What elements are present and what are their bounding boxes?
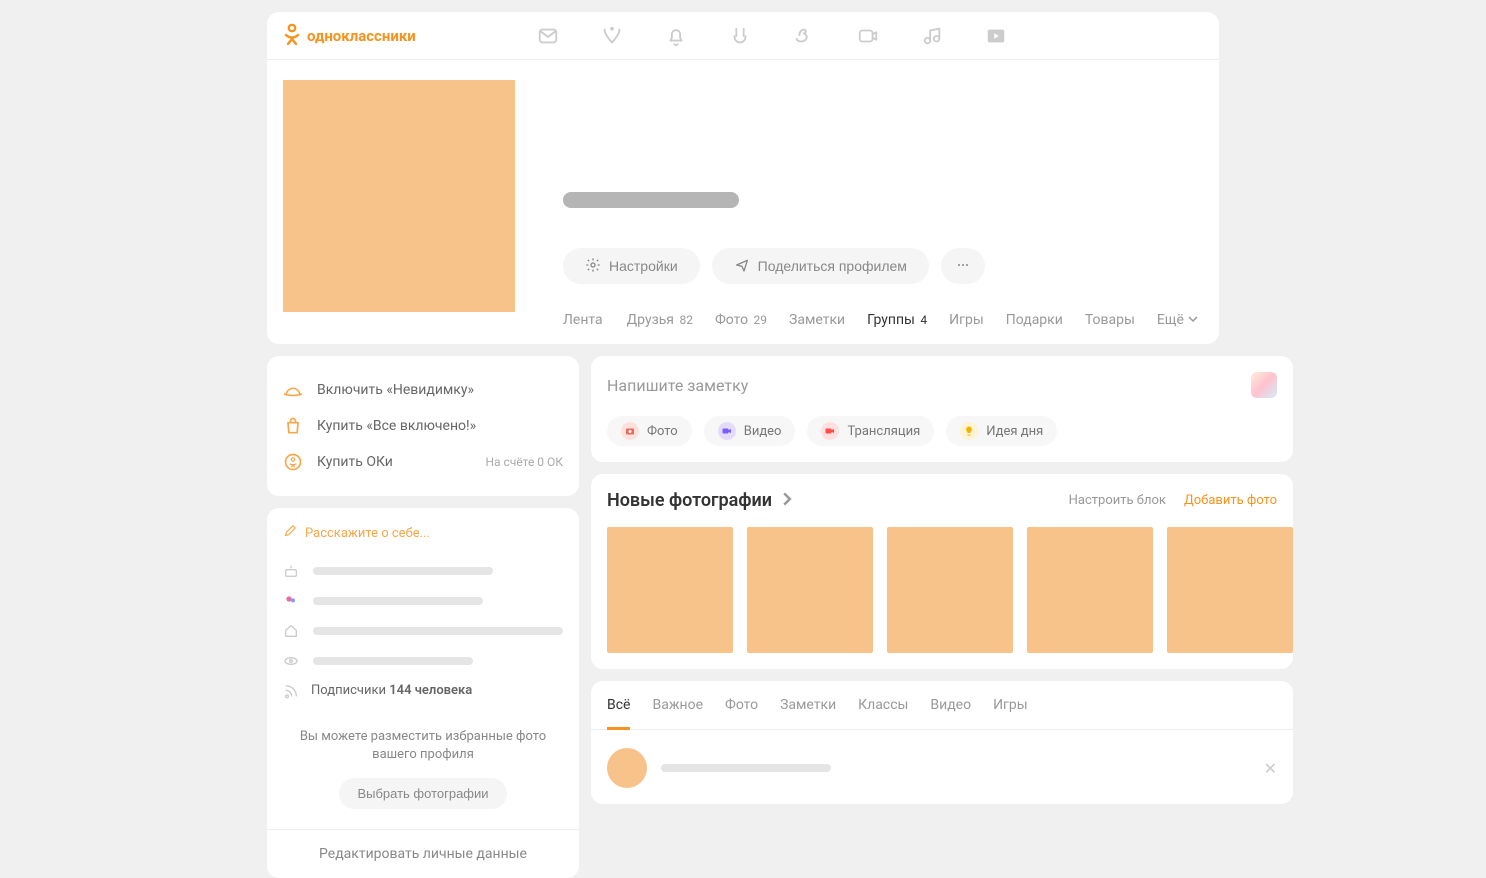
share-icon xyxy=(734,257,750,276)
notifications-icon[interactable] xyxy=(664,24,688,48)
about-line-relationship xyxy=(283,586,563,616)
ok-logo-icon xyxy=(283,23,301,49)
settings-button[interactable]: Настройки xyxy=(563,248,700,284)
brand-logo[interactable]: одноклассники xyxy=(283,23,416,49)
about-card: Расскажите о себе... xyxy=(267,508,579,878)
tab-friends[interactable]: Друзья 82 xyxy=(627,312,693,328)
photos-card: Новые фотографии Настроить блок Добавить… xyxy=(591,474,1293,669)
dots-icon xyxy=(955,257,971,276)
photo-thumb[interactable] xyxy=(747,527,873,653)
tab-notes[interactable]: Заметки xyxy=(789,312,845,328)
feed-tab-classes[interactable]: Классы xyxy=(858,697,908,729)
feed-tab-important[interactable]: Важное xyxy=(652,697,703,729)
feed-tab-video[interactable]: Видео xyxy=(930,697,971,729)
composer-sticker-icon[interactable] xyxy=(1251,372,1277,398)
pencil-icon xyxy=(283,524,297,542)
rss-icon xyxy=(283,683,299,703)
feed-tab-photo[interactable]: Фото xyxy=(725,697,758,729)
profile-header-card: Настройки Поделиться профилем xyxy=(267,60,1219,344)
feed-tab-notes[interactable]: Заметки xyxy=(780,697,836,729)
photo-thumb[interactable] xyxy=(607,527,733,653)
hat-icon xyxy=(283,380,303,400)
guests-icon[interactable] xyxy=(728,24,752,48)
home-icon xyxy=(283,623,301,639)
photo-thumb[interactable] xyxy=(1167,527,1293,653)
profile-avatar[interactable] xyxy=(283,80,515,312)
tab-photos[interactable]: Фото 29 xyxy=(715,312,767,328)
gear-icon xyxy=(585,257,601,276)
composer-input[interactable]: Напишите заметку xyxy=(607,376,748,395)
choose-photos-button[interactable]: Выбрать фотографии xyxy=(339,778,506,809)
tab-feed[interactable]: Лента xyxy=(563,312,605,328)
gift-bag-icon xyxy=(283,416,303,436)
photo-thumb[interactable] xyxy=(887,527,1013,653)
quick-all-inclusive[interactable]: Купить «Все включено!» xyxy=(283,408,563,444)
photos-strip xyxy=(607,527,1293,653)
quick-actions-card: Включить «Невидимку» Купить «Все включен… xyxy=(267,356,579,496)
bulb-icon xyxy=(960,422,978,440)
share-profile-button[interactable]: Поделиться профилем xyxy=(712,248,929,284)
about-note: Вы можете разместить избранные фото ваше… xyxy=(283,728,563,764)
quick-all-inclusive-label: Купить «Все включено!» xyxy=(317,418,476,434)
ok-coin-icon xyxy=(283,452,303,472)
settings-label: Настройки xyxy=(609,258,678,274)
add-photo-link[interactable]: Добавить фото xyxy=(1184,493,1277,508)
share-label: Поделиться профилем xyxy=(758,258,907,274)
discussions-icon[interactable] xyxy=(600,24,624,48)
tab-games[interactable]: Игры xyxy=(949,312,984,328)
video-icon xyxy=(718,422,736,440)
music-icon[interactable] xyxy=(920,24,944,48)
chevron-down-icon xyxy=(1188,312,1198,328)
feed-tabs: Всё Важное Фото Заметки Классы Видео Игр… xyxy=(591,681,1293,730)
profile-name-placeholder xyxy=(563,192,739,208)
header-nav xyxy=(536,24,1008,48)
chip-photo[interactable]: Фото xyxy=(607,416,692,446)
camera-icon xyxy=(621,422,639,440)
videos-icon[interactable] xyxy=(984,24,1008,48)
chip-live[interactable]: Трансляция xyxy=(807,416,934,446)
balloons-icon xyxy=(283,593,301,609)
tab-groups[interactable]: Группы 4 xyxy=(867,312,927,328)
feed-tab-all[interactable]: Всё xyxy=(607,697,630,730)
feed-entry: ✕ xyxy=(607,730,1277,788)
tab-more[interactable]: Ещё xyxy=(1157,312,1198,328)
quick-buy-oks-label: Купить ОКи xyxy=(317,454,393,470)
feed-entry-text-placeholder xyxy=(661,764,831,772)
chevron-right-icon xyxy=(780,490,794,511)
about-line-birthday xyxy=(283,556,563,586)
video-nav-icon[interactable] xyxy=(856,24,880,48)
photo-thumb[interactable] xyxy=(1027,527,1153,653)
eye-icon xyxy=(283,653,301,669)
balance-label: На счёте 0 ОК xyxy=(485,455,563,469)
feedback-icon[interactable] xyxy=(792,24,816,48)
feed-tab-games[interactable]: Игры xyxy=(993,697,1028,729)
feed-entry-avatar[interactable] xyxy=(607,748,647,788)
profile-actions: Настройки Поделиться профилем xyxy=(563,248,1198,284)
live-icon xyxy=(821,422,839,440)
tab-goods[interactable]: Товары xyxy=(1085,312,1135,328)
profile-tabs: Лента Друзья 82 Фото 29 Заметки Группы 4… xyxy=(563,312,1198,344)
configure-block-link[interactable]: Настроить блок xyxy=(1069,493,1166,508)
cake-icon xyxy=(283,563,301,579)
about-line-location xyxy=(283,616,563,646)
feed-card: Всё Важное Фото Заметки Классы Видео Игр… xyxy=(591,681,1293,804)
photos-title[interactable]: Новые фотографии xyxy=(607,490,794,511)
about-edit-prompt[interactable]: Расскажите о себе... xyxy=(283,524,563,542)
composer-card: Напишите заметку Фото Видео Трансляция xyxy=(591,356,1293,462)
close-icon[interactable]: ✕ xyxy=(1264,759,1277,778)
chip-idea[interactable]: Идея дня xyxy=(946,416,1057,446)
about-line-education xyxy=(283,646,563,676)
top-header: одноклассники xyxy=(267,12,1219,60)
quick-invisible[interactable]: Включить «Невидимку» xyxy=(283,372,563,408)
quick-buy-oks[interactable]: Купить ОКи На счёте 0 ОК xyxy=(283,444,563,480)
quick-invisible-label: Включить «Невидимку» xyxy=(317,382,474,398)
tab-gifts[interactable]: Подарки xyxy=(1006,312,1063,328)
messages-icon[interactable] xyxy=(536,24,560,48)
more-actions-button[interactable] xyxy=(941,248,985,284)
brand-name: одноклассники xyxy=(307,27,416,45)
about-subscribers[interactable]: Подписчики 144 человека xyxy=(283,676,563,710)
chip-video[interactable]: Видео xyxy=(704,416,796,446)
